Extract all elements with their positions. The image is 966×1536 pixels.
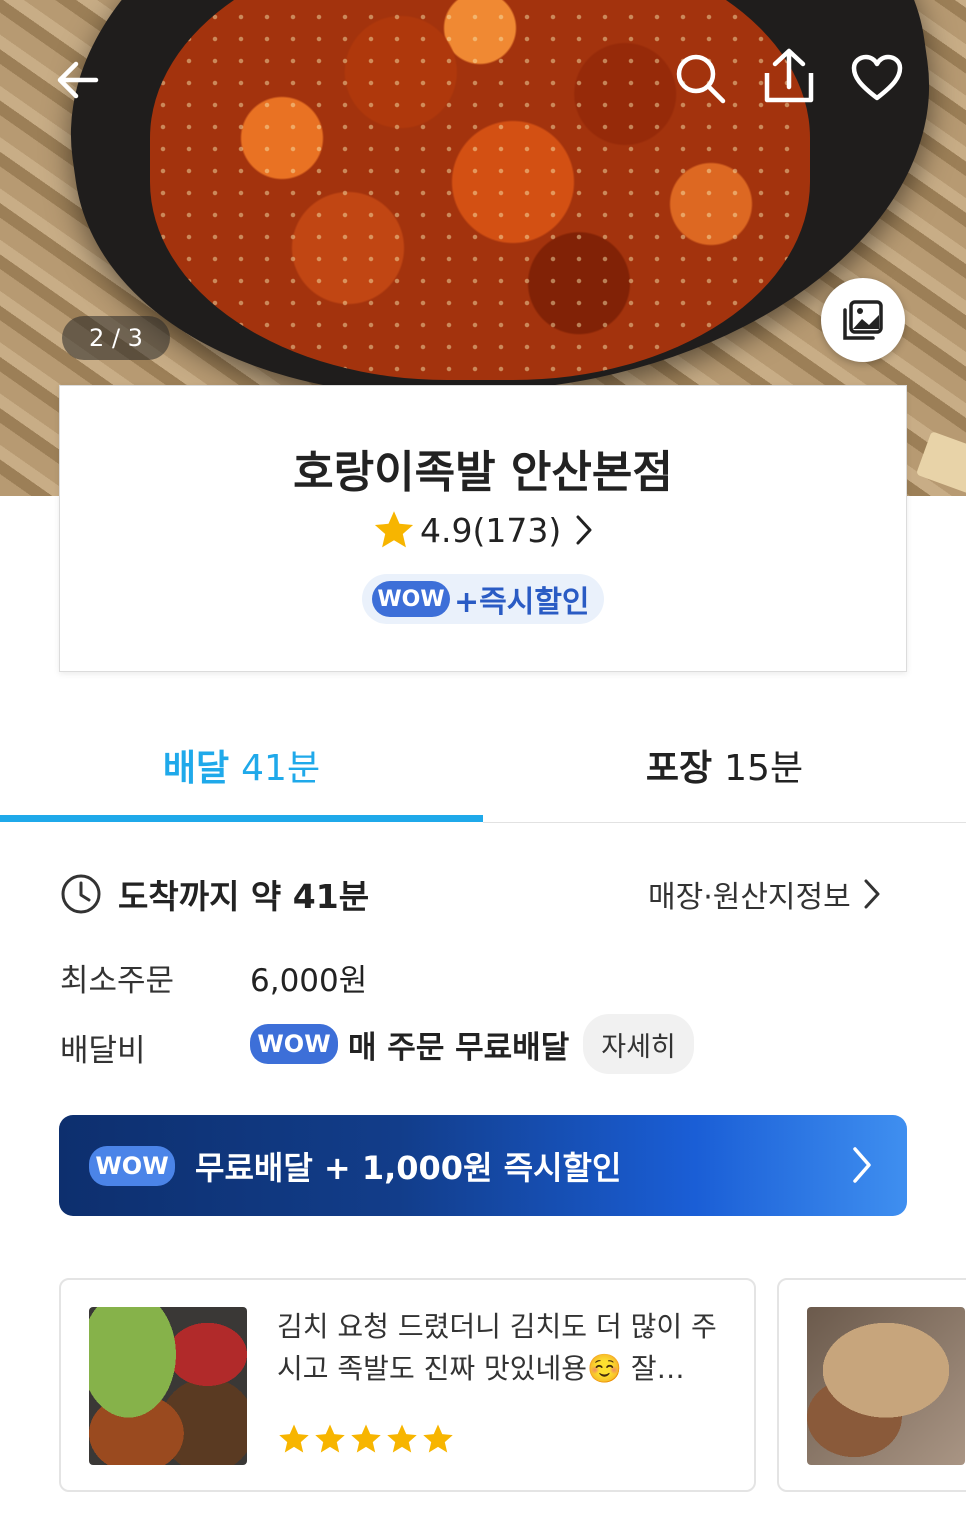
tab-delivery-time: 41분 xyxy=(241,748,321,789)
gallery-icon xyxy=(843,300,883,340)
star-icon xyxy=(374,511,414,548)
min-order-label: 최소주문 xyxy=(60,963,175,999)
tab-pickup-label: 포장 xyxy=(645,748,713,789)
tab-pickup[interactable]: 포장 15분 xyxy=(483,735,966,795)
delivery-fee-label: 배달비 xyxy=(60,1033,146,1069)
star-icon xyxy=(279,1424,309,1453)
min-order-value: 6,000원 xyxy=(250,963,368,999)
wow-badge: WOW xyxy=(89,1145,175,1186)
chevron-right-icon xyxy=(853,1147,871,1183)
search-button[interactable] xyxy=(672,50,728,106)
banner-text: 무료배달 + 1,000원 즉시할인 xyxy=(195,1148,622,1187)
share-icon xyxy=(764,48,814,103)
wow-badge: WOW xyxy=(372,581,450,617)
review-photo xyxy=(89,1307,247,1465)
star-icon xyxy=(423,1424,453,1453)
promo-text: +즉시할인 xyxy=(454,585,590,620)
review-card[interactable]: 김치 요청 드렸더니 김치도 더 많이 주시고 족발도 진짜 맛있네용☺️ 잘… xyxy=(59,1278,756,1492)
tab-divider xyxy=(483,822,966,823)
favorite-button[interactable] xyxy=(848,50,906,106)
wow-badge: WOW xyxy=(250,1024,338,1064)
review-text: 김치 요청 드렸더니 김치도 더 많이 주시고 족발도 진짜 맛있네용☺️ 잘… xyxy=(277,1310,717,1385)
review-photo xyxy=(807,1307,965,1465)
arrow-left-icon xyxy=(57,61,99,99)
rating-value: 4.9(173) xyxy=(420,510,562,550)
delivery-fee-text: 매 주문 무료배달 xyxy=(348,1029,570,1066)
store-origin-info-label: 매장·원산지정보 xyxy=(648,880,851,915)
active-tab-indicator xyxy=(0,815,483,822)
heart-icon xyxy=(851,54,903,101)
search-icon xyxy=(676,54,726,104)
delivery-fee-row: WOW 매 주문 무료배달 자세히 xyxy=(250,1014,694,1074)
star-icon xyxy=(387,1424,417,1453)
tab-pickup-time: 15분 xyxy=(724,748,804,789)
image-page-indicator: 2 / 3 xyxy=(62,316,170,360)
star-icon xyxy=(315,1424,345,1453)
share-button[interactable] xyxy=(760,46,818,106)
back-button[interactable] xyxy=(50,52,106,108)
tab-delivery-label: 배달 xyxy=(162,748,230,789)
chevron-right-icon xyxy=(576,515,592,545)
chevron-right-icon xyxy=(864,879,880,909)
tab-delivery[interactable]: 배달 41분 xyxy=(0,735,483,795)
delivery-fee-detail-button[interactable]: 자세히 xyxy=(583,1014,694,1074)
review-card[interactable] xyxy=(777,1278,966,1492)
store-name: 호랑이족발 안산본점 xyxy=(293,447,673,498)
arrival-time-text: 도착까지 약 41분 xyxy=(118,877,370,916)
rating-link[interactable]: 4.9(173) xyxy=(372,506,593,554)
wow-instant-discount-chip: WOW +즉시할인 xyxy=(362,574,604,624)
review-star-rating xyxy=(277,1422,455,1456)
wow-promo-banner[interactable]: WOW 무료배달 + 1,000원 즉시할인 xyxy=(59,1115,907,1216)
store-origin-info-link[interactable]: 매장·원산지정보 xyxy=(648,870,881,918)
gallery-button[interactable] xyxy=(821,278,905,362)
arrival-time-row: 도착까지 약 41분 xyxy=(60,870,369,918)
star-icon xyxy=(351,1424,381,1453)
clock-icon xyxy=(61,874,101,914)
